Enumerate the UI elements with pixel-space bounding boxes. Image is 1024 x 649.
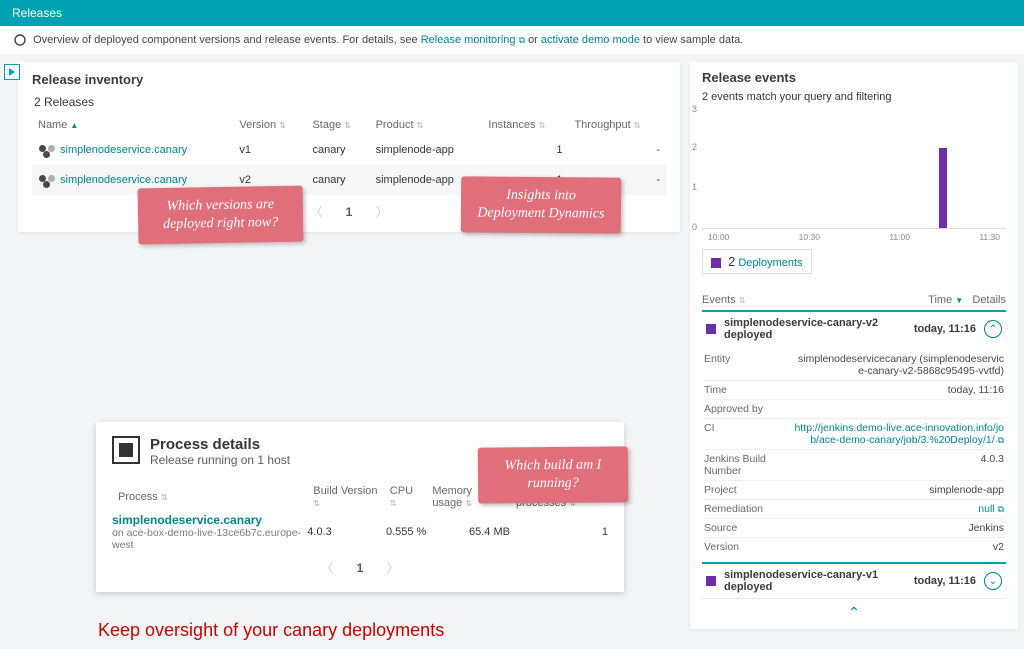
sort-icon: ⇅: [344, 121, 351, 130]
info-text-c: to view sample data.: [643, 34, 743, 46]
col-time[interactable]: Time ▼: [928, 294, 963, 306]
col-stage[interactable]: Stage ⇅: [306, 115, 369, 135]
chart-bar[interactable]: [939, 148, 947, 228]
legend-label: Deployments: [738, 257, 802, 269]
col-name[interactable]: Name ▲: [32, 115, 233, 135]
chart-xaxis: 10:0010:3011:0011:30: [702, 232, 1006, 242]
col-throughput[interactable]: Throughput ⇅: [568, 115, 666, 135]
sort-icon: ⇅: [161, 493, 168, 502]
sort-icon: ⇅: [465, 499, 472, 508]
info-banner: Overview of deployed component versions …: [0, 26, 1024, 54]
chevron-down-icon[interactable]: ⌄: [984, 572, 1002, 590]
col-version[interactable]: Version ⇅: [233, 115, 306, 135]
sort-icon: ⇅: [279, 121, 286, 130]
events-table-header: Events ⇅ Time ▼ Details: [702, 286, 1006, 312]
collapse-toggle[interactable]: [4, 64, 20, 80]
activate-demo-link[interactable]: activate demo mode: [541, 34, 640, 46]
legend-color-icon: [711, 258, 721, 268]
ci-link[interactable]: http://jenkins.demo-live.ace-innovation.…: [794, 422, 1004, 446]
col-details: Details: [972, 294, 1006, 306]
page-title: Releases: [12, 6, 62, 20]
info-icon: [14, 34, 26, 46]
col-events[interactable]: Events ⇅: [702, 294, 745, 306]
release-events-panel: Release events 2 events match your query…: [690, 62, 1018, 629]
callout-build: Which build am I running?: [478, 446, 628, 504]
prev-page[interactable]: 〈: [300, 205, 332, 219]
event-dot-icon: [706, 324, 716, 334]
external-link-icon: ⧉: [998, 435, 1004, 445]
sort-icon: ⇅: [390, 499, 397, 508]
event-details: Entitysimplenodeservicecanary (simplenod…: [702, 346, 1006, 562]
col-product[interactable]: Product ⇅: [370, 115, 483, 135]
table-row[interactable]: simplenodeservice.canary on ace-box-demo…: [112, 513, 608, 551]
col-build[interactable]: Build Version ⇅: [307, 481, 384, 513]
info-text-a: Overview of deployed component versions …: [33, 34, 421, 46]
next-page[interactable]: 〉: [377, 561, 409, 575]
tech-icon: [38, 141, 56, 159]
play-icon: [8, 68, 16, 76]
remediation-link[interactable]: null ⧉: [794, 503, 1004, 515]
inventory-title: Release inventory: [32, 72, 666, 89]
sort-icon: ⇅: [539, 121, 546, 130]
prev-page[interactable]: 〈: [311, 561, 343, 575]
events-subtitle: 2 events match your query and filtering: [702, 87, 1006, 109]
release-monitoring-link[interactable]: Release monitoring: [421, 34, 516, 46]
process-name-link[interactable]: simplenodeservice.canary: [112, 513, 307, 527]
legend-count: 2: [728, 254, 735, 269]
chevron-up-icon[interactable]: ⌃: [984, 320, 1002, 338]
callout-dynamics: Insights into Deployment Dynamics: [461, 176, 621, 234]
sort-icon: ⇅: [313, 499, 320, 508]
tech-icon: [38, 171, 56, 189]
page-number: 1: [336, 205, 363, 219]
process-icon: [112, 436, 140, 464]
event-row[interactable]: simplenodeservice-canary-v1 deployed tod…: [702, 564, 1006, 599]
event-row[interactable]: simplenodeservice-canary-v2 deployed tod…: [702, 312, 1006, 346]
col-cpu[interactable]: CPU ⇅: [384, 481, 427, 513]
inventory-count: 2 Releases: [32, 89, 666, 115]
process-subtitle: Release running on 1 host: [150, 453, 290, 467]
process-host: on ace-box-demo-live-13ce6b7c.europe-wes…: [112, 527, 307, 551]
external-link-icon: ⧉: [998, 504, 1004, 514]
chart-legend[interactable]: 2 Deployments: [702, 249, 812, 274]
events-chart[interactable]: 0 1 2 3 10:0010:3011:0011:30: [702, 109, 1006, 229]
event-dot-icon: [706, 576, 716, 586]
sort-icon: ⇅: [634, 121, 641, 130]
page-header: Releases: [0, 0, 1024, 26]
external-link-icon: ⧉: [519, 35, 525, 45]
process-title: Process details: [150, 436, 290, 453]
col-instances[interactable]: Instances ⇅: [482, 115, 568, 135]
sort-icon: ⇅: [417, 121, 424, 130]
col-process[interactable]: Process ⇅: [112, 481, 307, 513]
slogan: Keep oversight of your canary deployment…: [98, 620, 680, 641]
info-text-b: or: [528, 34, 541, 46]
sort-asc-icon: ▲: [70, 121, 78, 130]
next-page[interactable]: 〉: [366, 205, 398, 219]
table-row[interactable]: simplenodeservice.canary v1 canary simpl…: [32, 135, 666, 165]
callout-versions: Which versions are deployed right now?: [138, 186, 304, 245]
collapse-up-icon[interactable]: ⌃: [845, 603, 863, 621]
page-number: 1: [347, 561, 374, 575]
events-title: Release events: [702, 70, 1006, 87]
